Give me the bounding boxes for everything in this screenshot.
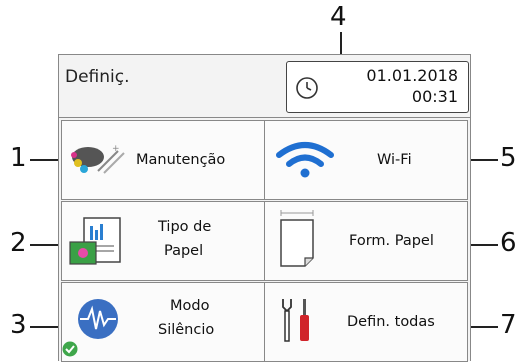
svg-text:+: +: [112, 144, 120, 154]
tile-paper-type[interactable]: Tipo de Papel: [61, 201, 265, 281]
wifi-icon: [276, 142, 334, 178]
tile-paper-type-line2: Papel: [164, 243, 204, 259]
settings-grid: + Manutenção Wi-Fi Tipo de Papel Form. P…: [59, 117, 470, 362]
callout-4: 4: [330, 2, 347, 32]
screen-title: Definiç.: [65, 67, 130, 87]
tile-wifi[interactable]: Wi-Fi: [264, 120, 468, 200]
clock-icon: [296, 77, 318, 99]
tile-all-settings[interactable]: Defin. todas: [264, 282, 468, 362]
tile-paper-size-label: Form. Papel: [349, 233, 434, 249]
tile-wifi-label: Wi-Fi: [377, 152, 412, 168]
date-text: 01.01.2018: [366, 66, 458, 85]
date-time-button[interactable]: 01.01.2018 00:31: [286, 61, 469, 113]
tile-quiet-mode-line2: Silêncio: [158, 322, 215, 338]
tile-quiet-mode-line1: Modo: [170, 298, 210, 314]
tools-icon: [282, 299, 309, 342]
paper-size-icon: [280, 210, 314, 267]
checkmark-icon: [62, 341, 78, 357]
callout-3: 3: [10, 310, 27, 340]
tile-paper-type-line1: Tipo de: [158, 219, 212, 235]
settings-screen: Definiç. 01.01.2018 00:31 + Manutenção W…: [58, 54, 471, 362]
paper-type-icon: [69, 217, 121, 265]
time-text: 00:31: [411, 87, 458, 106]
callout-2: 2: [10, 228, 27, 258]
quiet-mode-icon: [78, 299, 118, 339]
callout-7: 7: [500, 310, 517, 340]
callout-5: 5: [500, 143, 517, 173]
ink-cartridge-icon: +: [71, 144, 125, 174]
callout-1: 1: [10, 143, 27, 173]
tile-quiet-mode[interactable]: Modo Silêncio: [61, 282, 265, 362]
tile-maintenance[interactable]: + Manutenção: [61, 120, 265, 200]
tile-maintenance-label: Manutenção: [136, 152, 226, 168]
callout-6: 6: [500, 228, 517, 258]
tile-all-settings-label: Defin. todas: [347, 314, 435, 330]
tile-paper-size[interactable]: Form. Papel: [264, 201, 468, 281]
